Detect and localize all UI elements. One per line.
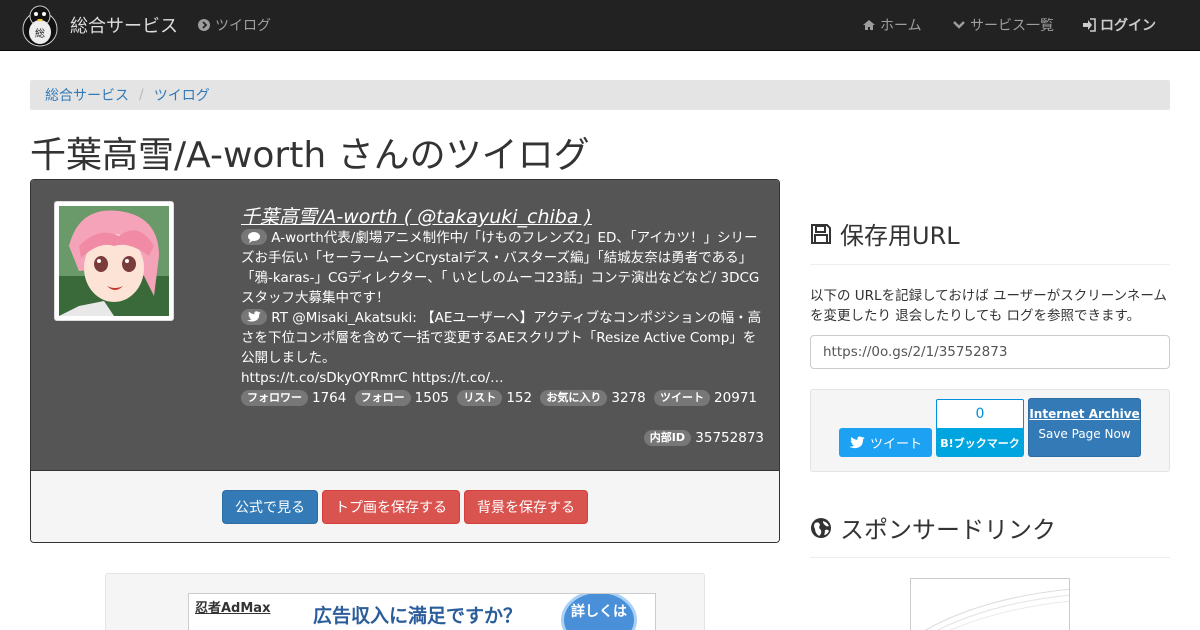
nav-service-link[interactable]: ツイログ bbox=[197, 0, 271, 50]
save-url-input[interactable] bbox=[810, 335, 1170, 369]
profile-bio: A-worth代表/劇場アニメ制作中/「けものフレンズ2」ED、「アイカツ！」シ… bbox=[241, 228, 766, 388]
ad-banner[interactable]: 忍者AdMax 広告収入に満足ですか？ 詳しくは bbox=[188, 593, 656, 630]
stat-tweets-value: 20971 bbox=[714, 390, 757, 406]
ad-headline: 広告収入に満足ですか？ bbox=[313, 605, 523, 627]
save-avatar-button[interactable]: トプ画を保存する bbox=[322, 490, 460, 524]
tweet-button[interactable]: ツイート bbox=[839, 428, 932, 457]
sidebar-ad[interactable] bbox=[910, 578, 1070, 630]
stat-lists-label: リスト bbox=[457, 390, 503, 406]
stat-tweets-label: ツイート bbox=[654, 390, 711, 406]
ad-logo: 忍者AdMax bbox=[195, 601, 271, 616]
nav-login-label: ログイン bbox=[1100, 18, 1156, 34]
penguin-logo-icon: 総 bbox=[22, 5, 58, 47]
save-url-description: 以下の URLを記録しておけば ユーザーがスクリーンネームを変更したり 退会した… bbox=[810, 288, 1167, 324]
save-url-heading: 保存用URL bbox=[810, 216, 960, 251]
globe-icon bbox=[811, 517, 831, 538]
sponsor-heading: スポンサードリンク bbox=[810, 510, 1056, 545]
internet-archive-subtitle: Save Page Now bbox=[1038, 427, 1131, 441]
nav-login-link[interactable]: ログイン bbox=[1082, 0, 1156, 50]
breadcrumb: 総合サービス / ツイログ bbox=[30, 80, 1170, 110]
stat-lists-value: 152 bbox=[506, 390, 533, 406]
twitter-bird-icon bbox=[848, 435, 865, 448]
home-icon bbox=[863, 20, 875, 30]
avatar bbox=[54, 201, 174, 321]
latest-tweet-links[interactable]: https://t.co/sDkyOYRmrC https://t.co/… bbox=[241, 370, 504, 386]
navbar: 総 総合サービス ツイログ ホーム サービス一覧 ログイン bbox=[0, 0, 1200, 51]
view-official-button[interactable]: 公式で見る bbox=[222, 490, 318, 524]
divider bbox=[810, 557, 1170, 558]
nav-services-list-link[interactable]: サービス一覧 bbox=[952, 0, 1054, 50]
profile-header: 千葉高雪/A-worth ( @takayuki_chiba ) A-worth… bbox=[31, 180, 779, 470]
inner-id: 内部ID 35752873 bbox=[643, 430, 764, 446]
twitter-icon bbox=[241, 309, 267, 325]
sign-in-icon bbox=[1083, 18, 1096, 32]
hatena-bookmark-button[interactable]: B!ブックマーク bbox=[936, 428, 1024, 457]
save-background-button[interactable]: 背景を保存する bbox=[464, 490, 588, 524]
floppy-disk-icon bbox=[811, 223, 831, 244]
brand-name: 総合サービス bbox=[70, 16, 178, 37]
breadcrumb-item-home[interactable]: 総合サービス bbox=[45, 85, 129, 105]
stat-followers-label: フォロワー bbox=[241, 390, 308, 406]
breadcrumb-separator: / bbox=[139, 87, 144, 103]
tweet-button-label: ツイート bbox=[869, 437, 922, 452]
chevron-down-icon bbox=[953, 21, 965, 29]
chevron-circle-right-icon bbox=[198, 19, 210, 31]
latest-tweet-text: RT @Misaki_Akatsuki: 【AEユーザーへ】アクティブなコンポジ… bbox=[241, 310, 762, 366]
profile-stats: フォロワー 1764 フォロー 1505 リスト 152 お気に入り 3278 ツイート… bbox=[241, 390, 761, 406]
svg-text:総: 総 bbox=[35, 27, 45, 40]
nav-home-label: ホーム bbox=[880, 18, 922, 34]
ad-well: 忍者AdMax 広告収入に満足ですか？ 詳しくは bbox=[105, 573, 705, 630]
page-title: 千葉高雪/A-worth さんのツイログ bbox=[30, 135, 590, 176]
comment-icon bbox=[241, 229, 267, 245]
stat-following-value: 1505 bbox=[414, 390, 450, 406]
nav-service-label: ツイログ bbox=[215, 18, 271, 34]
divider bbox=[810, 264, 1170, 265]
profile-actions: 公式で見る トプ画を保存する 背景を保存する bbox=[31, 470, 779, 542]
brand-link[interactable]: 総 総合サービス bbox=[20, 2, 178, 48]
ad-details-badge: 詳しくは bbox=[561, 594, 637, 630]
profile-panel: 千葉高雪/A-worth ( @takayuki_chiba ) A-worth… bbox=[30, 179, 780, 543]
sidebar-ad-image bbox=[924, 588, 1069, 630]
stat-favorites-value: 3278 bbox=[611, 390, 646, 406]
inner-id-value: 35752873 bbox=[695, 430, 764, 446]
internet-archive-title: Internet Archive bbox=[1029, 407, 1140, 421]
share-well: ツイート 0 B!ブックマーク Internet Archive Save Pa… bbox=[810, 389, 1170, 472]
nav-home-link[interactable]: ホーム bbox=[862, 0, 922, 50]
profile-bio-text: A-worth代表/劇場アニメ制作中/「けものフレンズ2」ED、「アイカツ！」シ… bbox=[241, 230, 760, 306]
breadcrumb-item-service[interactable]: ツイログ bbox=[154, 85, 210, 105]
inner-id-label: 内部ID bbox=[643, 430, 691, 446]
save-url-title: 保存用URL bbox=[840, 222, 960, 250]
stat-favorites-label: お気に入り bbox=[540, 390, 608, 406]
internet-archive-button[interactable]: Internet Archive Save Page Now bbox=[1028, 398, 1141, 457]
stat-followers-value: 1764 bbox=[312, 390, 347, 406]
sponsor-title: スポンサードリンク bbox=[840, 516, 1056, 544]
avatar-image bbox=[59, 206, 169, 316]
stat-following-label: フォロー bbox=[354, 390, 411, 406]
nav-services-list-label: サービス一覧 bbox=[970, 18, 1054, 34]
profile-name-link[interactable]: 千葉高雪/A-worth ( @takayuki_chiba ) bbox=[241, 202, 592, 229]
hatena-count: 0 bbox=[936, 399, 1024, 429]
